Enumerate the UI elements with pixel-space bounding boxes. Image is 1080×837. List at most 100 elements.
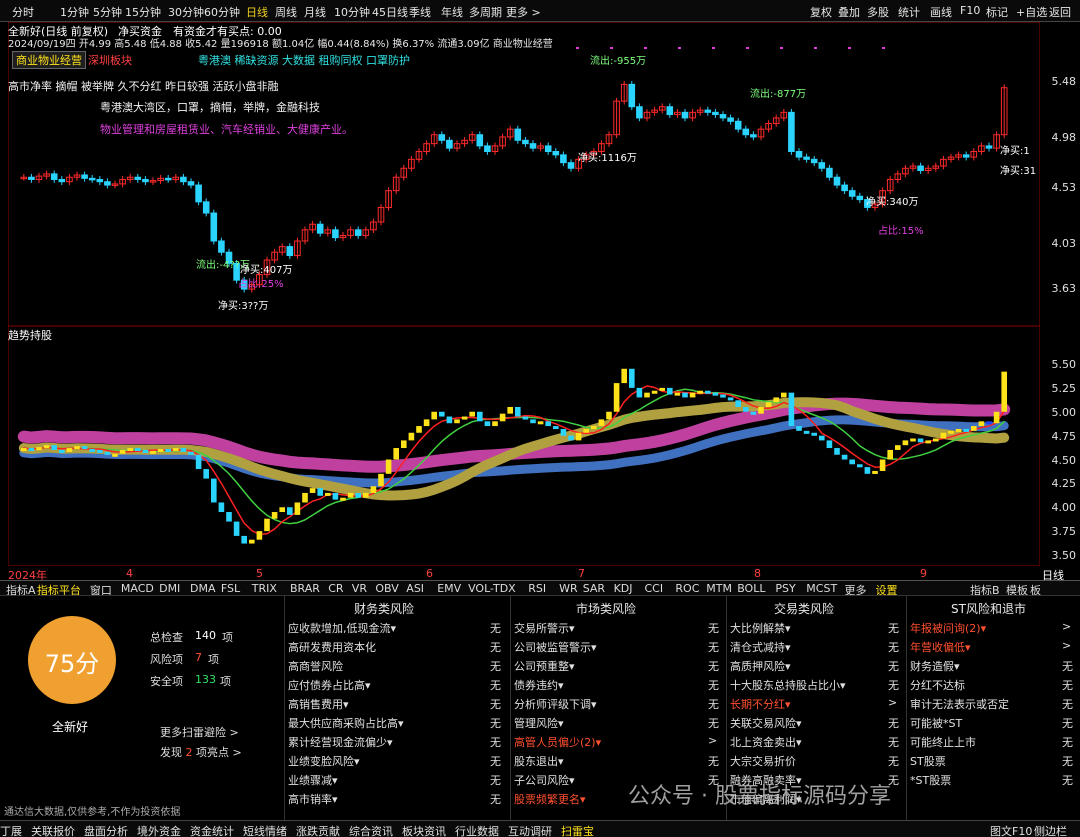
period-tab[interactable]: 周线 <box>275 4 297 20</box>
bottom-tab[interactable]: 综合资讯 <box>349 823 393 837</box>
period-tab[interactable]: 15分钟 <box>125 4 161 20</box>
toolbar-button[interactable]: 返回 <box>1049 4 1071 20</box>
indicator-tab[interactable]: VR <box>352 582 367 595</box>
risk-item[interactable]: ST股票 <box>910 753 946 769</box>
risk-item[interactable]: 高商誉风险 <box>288 658 343 674</box>
toolbar-button[interactable]: F10 <box>960 4 980 17</box>
risk-item[interactable]: 年营收偏低▾ <box>910 639 971 655</box>
bottom-tab[interactable]: 短线情绪 <box>243 823 287 837</box>
bottom-right-tab[interactable]: 图文F10 <box>990 823 1032 837</box>
period-tab[interactable]: 30分钟 <box>168 4 204 20</box>
risk-item[interactable]: 市值偏离利润▾ <box>730 791 802 807</box>
indicator-tab[interactable]: BRAR <box>290 582 320 595</box>
risk-item[interactable]: 公司预重整▾ <box>514 658 575 674</box>
risk-item[interactable]: 股票频繁更名▾ <box>514 791 586 807</box>
period-tab[interactable]: 月线 <box>304 4 326 20</box>
period-tab[interactable]: 日线 <box>246 4 268 20</box>
indicator-tab[interactable]: EMV <box>437 582 461 595</box>
risk-item[interactable]: 子公司风险▾ <box>514 772 575 788</box>
risk-item[interactable]: 可能终止上市 <box>910 734 976 750</box>
toolbar-button[interactable]: 叠加 <box>838 4 860 20</box>
risk-item[interactable]: 最大供应商采购占比高▾ <box>288 715 404 731</box>
period-tab[interactable]: 45日线 <box>372 4 408 20</box>
bottom-tab[interactable]: 境外资金 <box>137 823 181 837</box>
indicator-tab[interactable]: DMA <box>190 582 216 595</box>
risk-item[interactable]: 管理风险▾ <box>514 715 564 731</box>
toolbar-button[interactable]: 画线 <box>930 4 952 20</box>
indicator-tab[interactable]: WR <box>559 582 578 595</box>
indicator-tab[interactable]: ROC <box>675 582 699 595</box>
indicator-tab[interactable]: CCI <box>645 582 664 595</box>
period-tab[interactable]: 10分钟 <box>334 4 370 20</box>
risk-item[interactable]: 业绩骤减▾ <box>288 772 338 788</box>
toolbar-button[interactable]: +自选 <box>1016 4 1047 20</box>
period-tab[interactable]: 分时 <box>12 4 34 20</box>
risk-item[interactable]: 高销售费用▾ <box>288 696 349 712</box>
bottom-tab[interactable]: 涨跌贡献 <box>296 823 340 837</box>
risk-item[interactable]: 应付债券占比高▾ <box>288 677 371 693</box>
indicator-tab[interactable]: ASI <box>406 582 424 595</box>
risk-item[interactable]: 北上资金卖出▾ <box>730 734 802 750</box>
indicator-tab[interactable]: FSL <box>221 582 240 595</box>
bottom-tab[interactable]: 丁展 <box>0 823 22 837</box>
bottom-tab[interactable]: 行业数据 <box>455 823 499 837</box>
indicator-tab[interactable]: BOLL <box>737 582 765 595</box>
risk-item[interactable]: 应收款增加,低现金流▾ <box>288 620 396 636</box>
indicator-tab[interactable]: MTM <box>706 582 732 595</box>
risk-item[interactable]: 股东退出▾ <box>514 753 564 769</box>
indicator-tab[interactable]: OBV <box>375 582 398 595</box>
indicator-tab[interactable]: KDJ <box>614 582 633 595</box>
indicator-tab[interactable]: TRIX <box>252 582 277 595</box>
bottom-tab[interactable]: 资金统计 <box>190 823 234 837</box>
risk-item[interactable]: 高质押风险▾ <box>730 658 791 674</box>
risk-item[interactable]: 关联交易风险▾ <box>730 715 802 731</box>
indicator-tab[interactable]: CR <box>328 582 343 595</box>
indicator-tab[interactable]: MCST <box>806 582 837 595</box>
period-tab[interactable]: 更多 > <box>506 4 541 20</box>
toolbar-button[interactable]: 统计 <box>898 4 920 20</box>
risk-item[interactable]: 高管人员偏少(2)▾ <box>514 734 601 750</box>
period-tab[interactable]: 60分钟 <box>204 4 240 20</box>
risk-item[interactable]: 累计经营现金流偏少▾ <box>288 734 393 750</box>
risk-item[interactable]: 分红不达标 <box>910 677 965 693</box>
risk-item[interactable]: 债券违约▾ <box>514 677 564 693</box>
bottom-tab[interactable]: 板块资讯 <box>402 823 446 837</box>
risk-item[interactable]: 可能被*ST <box>910 715 962 731</box>
risk-item[interactable]: 融券高融卖率▾ <box>730 772 802 788</box>
period-tab[interactable]: 年线 <box>441 4 463 20</box>
bottom-right-tab[interactable]: 侧边栏 <box>1034 823 1067 837</box>
period-tab[interactable]: 季线 <box>409 4 431 20</box>
kline-chart[interactable]: 流出:-4??万净买:407万占比:25%净买:3??万流出:-955万净买:1… <box>8 22 1040 326</box>
bottom-tab[interactable]: 互动调研 <box>508 823 552 837</box>
risk-item[interactable]: 业绩变脸风险▾ <box>288 753 360 769</box>
risk-item[interactable]: 交易所警示▾ <box>514 620 575 636</box>
risk-item[interactable]: 高市销率▾ <box>288 791 338 807</box>
risk-item[interactable]: 大比例解禁▾ <box>730 620 791 636</box>
indicator-tab[interactable]: RSI <box>528 582 546 595</box>
indicator-title[interactable]: 趋势持股 <box>8 327 52 343</box>
period-tab[interactable]: 多周期 <box>469 4 502 20</box>
risk-item[interactable]: 清仓式减持▾ <box>730 639 791 655</box>
period-tab[interactable]: 5分钟 <box>93 4 122 20</box>
indicator-tab[interactable]: VOL-TDX <box>468 582 516 595</box>
indicator-tab[interactable]: SAR <box>583 582 605 595</box>
bottom-tab[interactable]: 关联报价 <box>31 823 75 837</box>
indicator-tab[interactable]: PSY <box>775 582 795 595</box>
indicator-chart[interactable] <box>8 326 1040 566</box>
risk-item[interactable]: 大宗交易折价 <box>730 753 796 769</box>
risk-item[interactable]: 十大股东总持股占比小▾ <box>730 677 846 693</box>
toolbar-button[interactable]: 多股 <box>867 4 889 20</box>
risk-item[interactable]: 财务造假▾ <box>910 658 960 674</box>
indicator-tab[interactable]: DMI <box>159 582 180 595</box>
risk-item[interactable]: *ST股票 <box>910 772 951 788</box>
toolbar-button[interactable]: 标记 <box>986 4 1008 20</box>
risk-item[interactable]: 长期不分红▾ <box>730 696 791 712</box>
toolbar-button[interactable]: 复权 <box>810 4 832 20</box>
risk-item[interactable]: 年报被问询(2)▾ <box>910 620 986 636</box>
risk-item[interactable]: 审计无法表示或否定 <box>910 696 1009 712</box>
bottom-tab[interactable]: 盘面分析 <box>84 823 128 837</box>
bottom-tab[interactable]: 扫雷宝 <box>561 823 594 837</box>
risk-item[interactable]: 公司被监管警示▾ <box>514 639 597 655</box>
risk-item[interactable]: 高研发费用资本化 <box>288 639 376 655</box>
risk-item[interactable]: 分析师评级下调▾ <box>514 696 597 712</box>
